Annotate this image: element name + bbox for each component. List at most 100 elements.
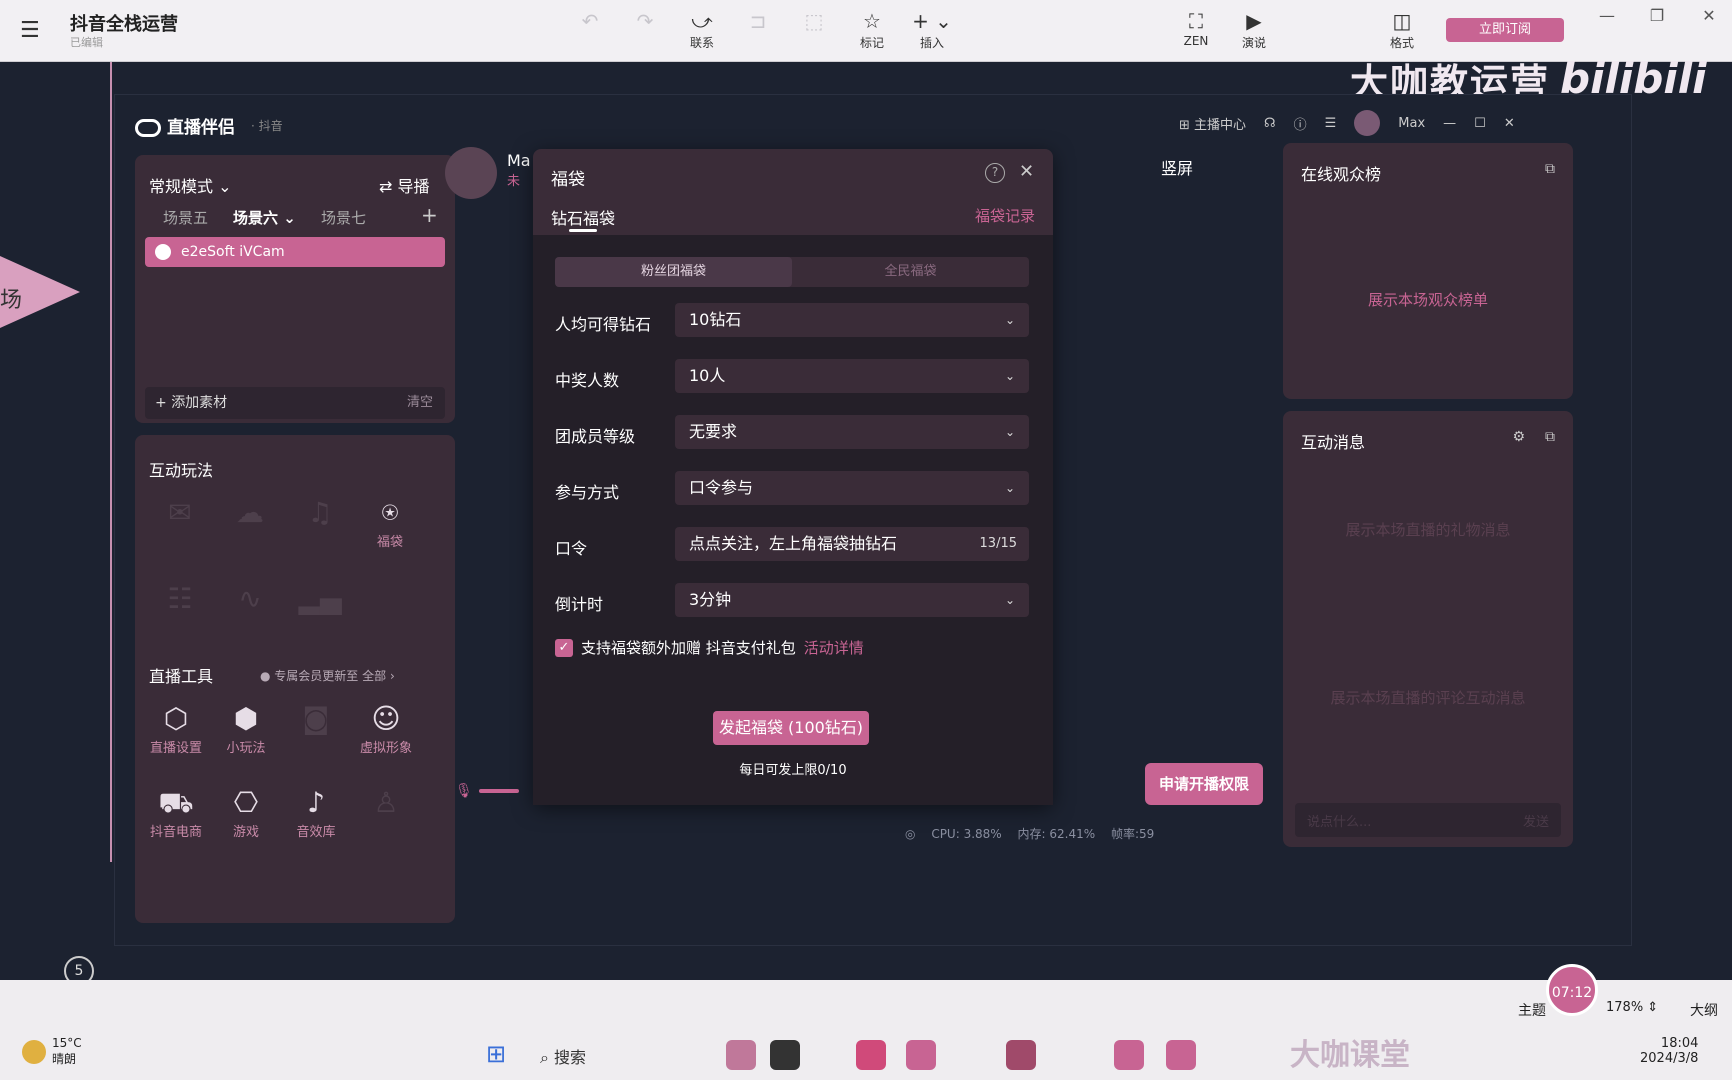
scene-tab[interactable]: 场景五 <box>163 207 208 228</box>
interact-tool[interactable]: ☷ <box>145 581 215 617</box>
performance-stats: ◎ CPU: 3.88% 内存: 62.41% 帧率:59 <box>905 825 1166 842</box>
app-icon[interactable] <box>856 1040 886 1070</box>
app-icon[interactable] <box>1006 1040 1036 1070</box>
relation-button[interactable]: ⤻ 联系 <box>672 8 732 51</box>
mini-game-tool[interactable]: ⬢ 小玩法 <box>211 701 281 756</box>
avatar[interactable] <box>1354 110 1381 136</box>
comment-input[interactable]: 说点什么... 发送 <box>1295 803 1561 837</box>
camera-tool[interactable]: ◙ <box>281 701 351 737</box>
mic-icon[interactable]: 🎙 <box>455 783 473 799</box>
help-icon[interactable]: ⓘ <box>1294 114 1307 133</box>
app-icon[interactable] <box>726 1040 756 1070</box>
app-icon[interactable] <box>770 1040 800 1070</box>
theme-button[interactable]: 主题 <box>1518 1000 1546 1020</box>
undo-icon: ↶ <box>581 9 599 33</box>
person-tool[interactable]: ♙ <box>351 785 421 821</box>
all-link[interactable]: 全部 <box>362 669 386 683</box>
taskbar-search[interactable]: ⌕ 搜索 <box>540 1044 586 1068</box>
weather-widget[interactable]: 15°C 晴朗 <box>22 1036 82 1067</box>
subscribe-button[interactable]: 立即订阅 <box>1446 18 1564 42</box>
interact-tool[interactable]: ∿ <box>215 581 285 617</box>
fudai-tool-label: 福袋 <box>376 535 403 550</box>
countdown-select[interactable]: 3分钟 ⌄ <box>675 583 1029 617</box>
interact-icon: ✉ <box>168 496 192 529</box>
volume-slider[interactable] <box>479 789 519 793</box>
close-icon[interactable]: ✕ <box>1504 116 1515 131</box>
segment-all[interactable]: 全民福袋 <box>792 257 1029 287</box>
diamond-select[interactable]: 10钻石 ⌄ <box>675 303 1029 337</box>
add-scene-icon[interactable]: + <box>421 203 438 227</box>
maximize-icon[interactable]: ☐ <box>1474 116 1486 131</box>
winners-select[interactable]: 10人 ⌄ <box>675 359 1029 393</box>
add-material-button[interactable]: + 添加素材 清空 <box>145 387 445 419</box>
mode-select[interactable]: 常规模式 ⌄ <box>149 173 232 197</box>
interact-tool[interactable]: ♫ <box>285 495 355 531</box>
summary-button[interactable]: ⊐ <box>728 8 788 34</box>
source-item[interactable]: e2eSoft iVCam <box>145 237 445 267</box>
popout-icon[interactable]: ⧉ <box>1545 429 1555 445</box>
pitch-button[interactable]: ▶ 演说 <box>1224 8 1284 51</box>
anchor-center-label: 主播中心 <box>1194 117 1247 133</box>
menu-icon[interactable]: ☰ <box>1325 116 1337 131</box>
redo-button[interactable]: ↷ <box>615 8 675 34</box>
app-icon[interactable] <box>1166 1040 1196 1070</box>
headset-icon[interactable]: ☊ <box>1264 116 1276 131</box>
apply-live-button[interactable]: 申请开播权限 <box>1145 763 1263 805</box>
help-icon[interactable]: ? <box>985 163 1005 183</box>
update-note[interactable]: ● 专属会员更新至 全部 › <box>260 667 395 684</box>
menu-icon[interactable]: ☰ <box>20 18 40 43</box>
anchor-center-button[interactable]: ⊞ 主播中心 <box>1179 114 1246 133</box>
app-icon[interactable] <box>906 1040 936 1070</box>
zen-button[interactable]: ⛶ ZEN <box>1166 8 1226 48</box>
scene-tab[interactable]: 场景七 <box>321 207 366 228</box>
level-select[interactable]: 无要求 ⌄ <box>675 415 1029 449</box>
app-icon[interactable] <box>1114 1040 1144 1070</box>
participation-select[interactable]: 口令参与 ⌄ <box>675 471 1029 505</box>
clock[interactable]: 18:04 2024/3/8 <box>1640 1036 1698 1066</box>
outline-button[interactable]: 大纲 <box>1690 1000 1718 1020</box>
broadcaster-avatar[interactable] <box>445 147 497 199</box>
minimize-icon[interactable]: — <box>1592 6 1622 25</box>
live-settings-tool[interactable]: ⬡ 直播设置 <box>141 701 211 756</box>
boundary-button[interactable]: ⬚ <box>784 8 844 34</box>
undo-button[interactable]: ↶ <box>560 8 620 34</box>
guide-button[interactable]: ⇄ 导播 <box>379 173 430 197</box>
daily-limit: 每日可发上限0/10 <box>739 763 847 778</box>
interact-tool[interactable]: ☁ <box>215 495 285 531</box>
password-input[interactable]: 点点关注，左上角福袋抽钻石 13/15 <box>675 527 1029 561</box>
sound-tool[interactable]: ♪ 音效库 <box>281 785 351 840</box>
interact-tool[interactable]: ▂▄ <box>285 581 355 617</box>
clear-button[interactable]: 清空 <box>407 387 433 419</box>
format-button[interactable]: ◫ 格式 <box>1372 8 1432 51</box>
send-button[interactable]: 发送 <box>1523 811 1549 830</box>
windows-start-icon[interactable]: ⊞ <box>486 1040 506 1068</box>
close-icon[interactable]: ✕ <box>1694 6 1724 25</box>
zoom-level[interactable]: 178% ⇕ <box>1606 1000 1658 1015</box>
popout-icon[interactable]: ⧉ <box>1545 161 1555 177</box>
timer-badge[interactable]: 07:12 <box>1546 964 1598 1016</box>
segment-fans[interactable]: 粉丝团福袋 <box>555 257 792 287</box>
fudai-record-link[interactable]: 福袋记录 <box>975 205 1035 226</box>
scene-tab-active[interactable]: 场景六 ⌄ <box>233 207 296 228</box>
vertical-screen-tab[interactable]: 竖屏 <box>1161 155 1193 179</box>
insert-button[interactable]: + ⌄ 插入 <box>902 8 962 51</box>
game-tool[interactable]: ⎔ 游戏 <box>211 785 281 840</box>
settings-icon[interactable]: ⚙ <box>1512 429 1525 445</box>
fudai-tool[interactable]: ⍟ 福袋 <box>355 495 425 550</box>
avatar-tool[interactable]: ☺ 虚拟形象 <box>351 701 421 756</box>
activity-link[interactable]: 活动详情 <box>804 639 864 657</box>
launch-fudai-button[interactable]: 发起福袋 (100钻石) <box>713 711 869 745</box>
interact-tool[interactable]: ✉ <box>145 495 215 531</box>
minimize-icon[interactable]: — <box>1443 116 1456 131</box>
restore-icon[interactable]: ❐ <box>1642 6 1672 25</box>
audience-empty: 展示本场观众榜单 <box>1367 291 1488 309</box>
extra-gift-checkbox[interactable]: ✓ <box>555 639 573 657</box>
connector-line <box>110 62 112 862</box>
char-count: 13/15 <box>979 536 1017 551</box>
tool-label: 抖音电商 <box>149 825 202 840</box>
ecommerce-tool[interactable]: ⛟ 抖音电商 <box>141 785 211 840</box>
tab-diamond-fudai[interactable]: 钻石福袋 <box>551 205 615 229</box>
close-icon[interactable]: ✕ <box>1019 161 1034 182</box>
camera-icon <box>155 244 171 260</box>
marker-button[interactable]: ☆ 标记 <box>842 8 902 51</box>
